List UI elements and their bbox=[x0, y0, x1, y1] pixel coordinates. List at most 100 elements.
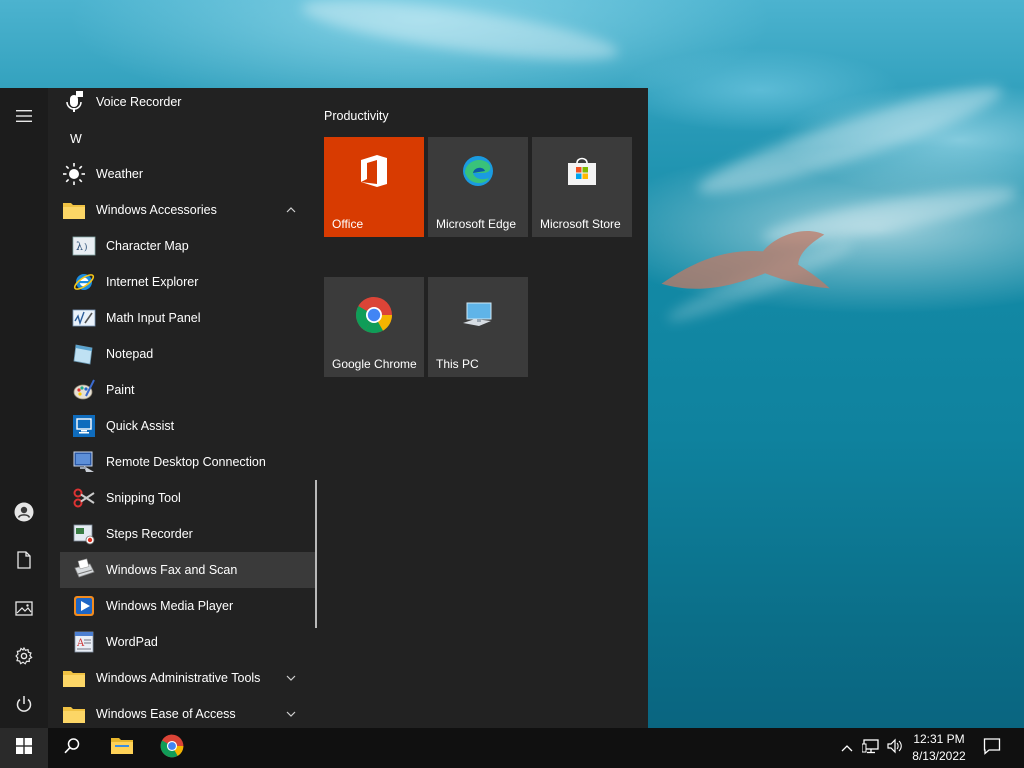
folder-label: Windows Administrative Tools bbox=[96, 671, 261, 685]
chevron-down-icon[interactable] bbox=[282, 708, 300, 720]
chevron-down-icon[interactable] bbox=[282, 672, 300, 684]
remote-desktop-icon bbox=[72, 450, 96, 474]
folder-windows-accessories[interactable]: Windows Accessories bbox=[60, 192, 306, 228]
office-icon bbox=[359, 154, 389, 188]
settings-gear-icon bbox=[15, 647, 33, 665]
volume-icon bbox=[886, 738, 904, 759]
svg-text:): ) bbox=[84, 242, 88, 253]
pinned-tiles-area: Productivity Office Microsoft Edge Micro… bbox=[324, 88, 648, 728]
user-account-icon bbox=[14, 502, 34, 522]
app-label: Voice Recorder bbox=[96, 95, 182, 109]
folder-windows-administrative-tools[interactable]: Windows Administrative Tools bbox=[60, 660, 306, 696]
app-label: Windows Media Player bbox=[106, 599, 234, 613]
edge-icon bbox=[461, 154, 495, 188]
tile-label: Microsoft Edge bbox=[436, 217, 517, 231]
app-weather[interactable]: Weather bbox=[60, 156, 306, 192]
app-label: Character Map bbox=[106, 239, 189, 253]
documents-button[interactable] bbox=[0, 536, 48, 584]
folder-label: Windows Accessories bbox=[96, 203, 217, 217]
settings-button[interactable] bbox=[0, 632, 48, 680]
app-wordpad[interactable]: A WordPad bbox=[60, 624, 306, 660]
svg-text:A: A bbox=[76, 638, 85, 649]
pictures-icon bbox=[15, 600, 33, 616]
wordpad-icon: A bbox=[72, 630, 96, 654]
chrome-icon bbox=[355, 296, 393, 334]
pictures-button[interactable] bbox=[0, 584, 48, 632]
power-button[interactable] bbox=[0, 680, 48, 728]
file-explorer-button[interactable] bbox=[98, 728, 146, 768]
start-button[interactable] bbox=[0, 728, 48, 768]
action-center-button[interactable] bbox=[978, 728, 1006, 768]
folder-icon bbox=[62, 198, 86, 222]
power-icon bbox=[15, 695, 33, 713]
network-icon bbox=[861, 738, 880, 759]
app-windows-fax-and-scan[interactable]: Windows Fax and Scan bbox=[60, 552, 316, 588]
app-label: WordPad bbox=[106, 635, 158, 649]
clock-time: 12:31 PM bbox=[913, 732, 965, 746]
user-account-button[interactable] bbox=[0, 488, 48, 536]
paint-icon bbox=[72, 378, 96, 402]
start-menu: Voice Recorder W Weather Windows Accesso… bbox=[0, 88, 648, 728]
app-windows-media-player[interactable]: Windows Media Player bbox=[60, 588, 306, 624]
taskbar: 12:31 PM 8/13/2022 bbox=[0, 728, 1024, 768]
chevron-up-icon[interactable] bbox=[282, 204, 300, 216]
taskbar-clock[interactable]: 12:31 PM 8/13/2022 bbox=[904, 731, 974, 765]
app-quick-assist[interactable]: Quick Assist bbox=[60, 408, 306, 444]
show-hidden-icons-button[interactable] bbox=[838, 728, 856, 768]
folder-icon bbox=[62, 702, 86, 726]
app-remote-desktop-connection[interactable]: Remote Desktop Connection bbox=[60, 444, 306, 480]
fax-scan-icon bbox=[72, 558, 96, 582]
app-label: Internet Explorer bbox=[106, 275, 199, 289]
documents-icon bbox=[17, 551, 31, 569]
volume-button[interactable] bbox=[884, 728, 906, 768]
app-label: Remote Desktop Connection bbox=[106, 455, 266, 469]
tile-this-pc[interactable]: This PC bbox=[428, 277, 528, 377]
app-label: Snipping Tool bbox=[106, 491, 181, 505]
tile-label: Office bbox=[332, 217, 364, 231]
this-pc-icon bbox=[461, 301, 495, 329]
app-label: Paint bbox=[106, 383, 135, 397]
app-snipping-tool[interactable]: Snipping Tool bbox=[60, 480, 306, 516]
letter-header-w[interactable]: W bbox=[70, 121, 110, 157]
tile-microsoft-store[interactable]: Microsoft Store bbox=[532, 137, 632, 237]
app-internet-explorer[interactable]: Internet Explorer bbox=[60, 264, 306, 300]
chevron-up-icon bbox=[841, 739, 853, 757]
app-label: Weather bbox=[96, 167, 144, 181]
folder-label: Windows Ease of Access bbox=[96, 707, 236, 721]
app-math-input-panel[interactable]: Math Input Panel bbox=[60, 300, 306, 336]
hamburger-menu-button[interactable] bbox=[0, 92, 48, 140]
tile-microsoft-edge[interactable]: Microsoft Edge bbox=[428, 137, 528, 237]
tile-label: This PC bbox=[436, 357, 479, 371]
tile-office[interactable]: Office bbox=[324, 137, 424, 237]
notifications-icon bbox=[983, 737, 1001, 760]
app-label: Math Input Panel bbox=[106, 311, 201, 325]
app-steps-recorder[interactable]: Steps Recorder bbox=[60, 516, 306, 552]
app-notepad[interactable]: Notepad bbox=[60, 336, 306, 372]
start-windows-icon bbox=[16, 737, 32, 759]
tile-google-chrome[interactable]: Google Chrome bbox=[324, 277, 424, 377]
app-paint[interactable]: Paint bbox=[60, 372, 306, 408]
chrome-taskbar-button[interactable] bbox=[148, 728, 196, 768]
app-label: Steps Recorder bbox=[106, 527, 193, 541]
folder-windows-ease-of-access[interactable]: Windows Ease of Access bbox=[60, 696, 306, 728]
start-menu-rail bbox=[0, 88, 48, 728]
chrome-icon bbox=[160, 734, 184, 763]
search-icon bbox=[63, 737, 81, 760]
app-character-map[interactable]: λ) Character Map bbox=[60, 228, 306, 264]
snipping-tool-icon bbox=[72, 486, 96, 510]
search-button[interactable] bbox=[48, 728, 96, 768]
app-label: Quick Assist bbox=[106, 419, 175, 433]
internet-explorer-icon bbox=[72, 270, 96, 294]
tile-group-title[interactable]: Productivity bbox=[324, 109, 389, 123]
quick-assist-icon bbox=[72, 414, 96, 438]
app-label: Notepad bbox=[106, 347, 154, 361]
notepad-icon bbox=[72, 342, 96, 366]
tile-label: Microsoft Store bbox=[540, 217, 621, 231]
app-list-scrollbar[interactable] bbox=[315, 480, 317, 628]
app-voice-recorder[interactable]: Voice Recorder bbox=[60, 88, 306, 120]
character-map-icon: λ) bbox=[72, 234, 96, 258]
svg-text:λ: λ bbox=[76, 240, 83, 253]
network-button[interactable] bbox=[860, 728, 882, 768]
weather-sun-icon bbox=[62, 162, 86, 186]
math-input-panel-icon bbox=[72, 306, 96, 330]
